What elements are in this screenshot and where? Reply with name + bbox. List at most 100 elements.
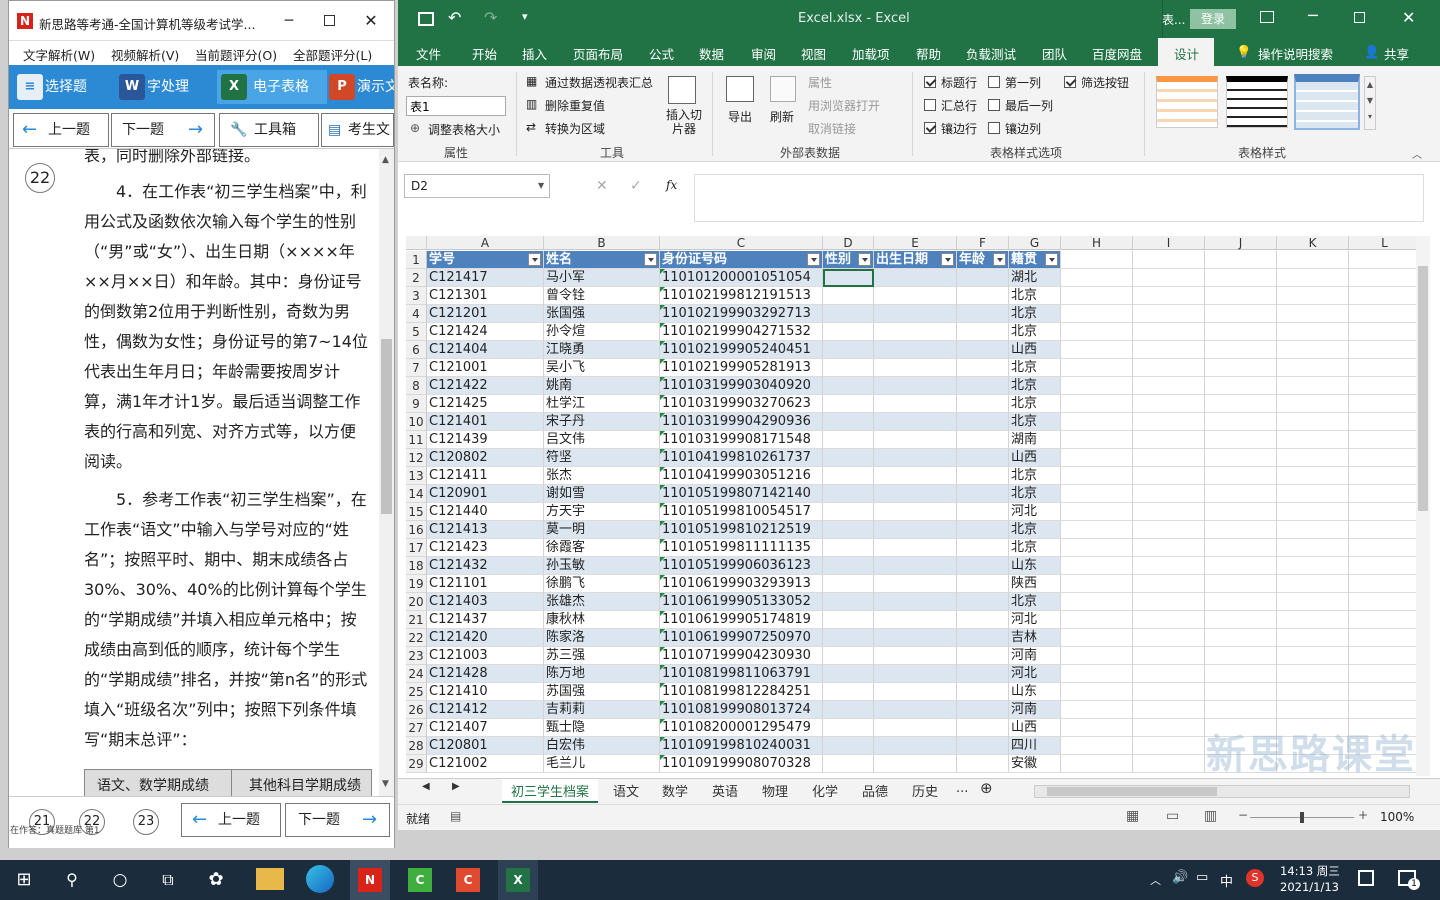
convert-range-button[interactable]: 转换为区域 [545, 120, 605, 137]
cell[interactable] [1061, 341, 1133, 359]
header-cell[interactable]: 学号 [427, 251, 544, 269]
cell[interactable] [1349, 683, 1416, 701]
cell[interactable]: 吕文伟 [544, 431, 660, 449]
widget-icon[interactable] [1358, 870, 1374, 886]
red-app-icon[interactable]: C [456, 868, 480, 892]
cell[interactable] [1061, 611, 1133, 629]
cell[interactable] [1061, 449, 1133, 467]
cell[interactable] [874, 413, 957, 431]
cell[interactable] [1205, 269, 1277, 287]
insert-slicer-button[interactable]: 插入切片器 [666, 108, 702, 136]
cell[interactable] [1061, 593, 1133, 611]
cell[interactable] [1133, 449, 1205, 467]
maximize-icon[interactable] [317, 9, 341, 33]
cell[interactable] [823, 629, 874, 647]
cell[interactable]: C121425 [427, 395, 544, 413]
cell[interactable]: C121432 [427, 557, 544, 575]
cell[interactable] [823, 485, 874, 503]
cell[interactable]: 110102199904271532 [660, 323, 823, 341]
green-app-icon[interactable]: C [408, 868, 432, 892]
cell[interactable] [1349, 431, 1416, 449]
cell[interactable] [1133, 755, 1205, 773]
clock-time[interactable]: 14:13 周三 [1280, 863, 1340, 879]
cell[interactable]: 110108199811063791 [660, 665, 823, 683]
cell[interactable] [1349, 269, 1416, 287]
cell[interactable]: C121440 [427, 503, 544, 521]
cell[interactable]: 110105199906036123 [660, 557, 823, 575]
cell[interactable] [957, 611, 1009, 629]
column-header-I[interactable]: I [1133, 236, 1205, 250]
enter-icon[interactable]: ✓ [630, 178, 642, 194]
row-header[interactable]: 11 [406, 431, 427, 449]
menu-video-analysis[interactable]: 视频解析(V) [111, 45, 179, 64]
network-icon[interactable]: ▭ [1196, 870, 1208, 885]
cell[interactable]: C121424 [427, 323, 544, 341]
filter-dropdown-icon[interactable] [644, 253, 657, 266]
row-header[interactable]: 10 [406, 413, 427, 431]
cell[interactable]: 河南 [1009, 701, 1061, 719]
cell[interactable] [957, 719, 1009, 737]
cell[interactable] [1277, 611, 1349, 629]
row-header[interactable]: 21 [406, 611, 427, 629]
cell[interactable] [957, 575, 1009, 593]
cell[interactable] [957, 467, 1009, 485]
row-header[interactable]: 19 [406, 575, 427, 593]
cell[interactable] [874, 269, 957, 287]
cell[interactable]: 110109199908070328 [660, 755, 823, 773]
prev-question-button[interactable]: ← 上一题 [13, 113, 109, 147]
tab-addins[interactable]: 加载项 [852, 44, 890, 63]
tab-file[interactable]: 文件 [416, 44, 441, 63]
tab-page-layout[interactable]: 页面布局 [573, 44, 623, 63]
cell[interactable] [1349, 251, 1416, 269]
cell[interactable] [874, 755, 957, 773]
cell[interactable] [1205, 593, 1277, 611]
bottom-prev-button[interactable]: ← 上一题 [181, 803, 281, 837]
cell[interactable] [1349, 503, 1416, 521]
column-header-H[interactable]: H [1061, 236, 1133, 250]
cell[interactable] [1061, 377, 1133, 395]
cell[interactable] [823, 377, 874, 395]
cell[interactable] [1205, 611, 1277, 629]
cell[interactable] [1205, 665, 1277, 683]
cell[interactable]: 白宏伟 [544, 737, 660, 755]
cell[interactable] [823, 323, 874, 341]
remove-duplicates-button[interactable]: 删除重复值 [545, 97, 605, 114]
page-layout-view-icon[interactable]: ▭ [1166, 808, 1179, 824]
row-header[interactable]: 8 [406, 377, 427, 395]
cell[interactable]: 110102199903292713 [660, 305, 823, 323]
cell[interactable] [957, 701, 1009, 719]
cell[interactable]: 110106199905174819 [660, 611, 823, 629]
zoom-slider-thumb[interactable] [1300, 812, 1304, 823]
cell[interactable] [1277, 431, 1349, 449]
cell[interactable] [1061, 521, 1133, 539]
cell[interactable] [874, 377, 957, 395]
cell[interactable]: 孙令煊 [544, 323, 660, 341]
menu-grade-current[interactable]: 当前题评分(O) [195, 45, 277, 64]
cell[interactable]: 110105199807142140 [660, 485, 823, 503]
cell[interactable]: 北京 [1009, 359, 1061, 377]
cell[interactable]: C121411 [427, 467, 544, 485]
cell[interactable]: C121401 [427, 413, 544, 431]
cell[interactable] [823, 719, 874, 737]
cell[interactable]: 山西 [1009, 341, 1061, 359]
cell[interactable]: 徐鹏飞 [544, 575, 660, 593]
tray-chevron-icon[interactable]: ︿ [1150, 872, 1161, 888]
row-header[interactable]: 24 [406, 665, 427, 683]
cell[interactable]: 张国强 [544, 305, 660, 323]
minimize-icon[interactable]: ─ [1308, 6, 1318, 25]
cell[interactable] [957, 629, 1009, 647]
cell[interactable] [1133, 593, 1205, 611]
cell[interactable]: 陕西 [1009, 575, 1061, 593]
cell[interactable]: 河南 [1009, 647, 1061, 665]
cell[interactable]: 山东 [1009, 683, 1061, 701]
cell[interactable] [1133, 431, 1205, 449]
zoom-out-icon[interactable]: − [1238, 808, 1248, 822]
cell[interactable] [1061, 539, 1133, 557]
cell[interactable] [1133, 305, 1205, 323]
cell[interactable]: 河北 [1009, 665, 1061, 683]
cell[interactable] [823, 521, 874, 539]
cell[interactable] [1277, 305, 1349, 323]
next-question-button[interactable]: 下一题 → [111, 113, 215, 147]
cell[interactable]: 马小军 [544, 269, 660, 287]
undo-icon[interactable]: ↶ [448, 8, 461, 27]
